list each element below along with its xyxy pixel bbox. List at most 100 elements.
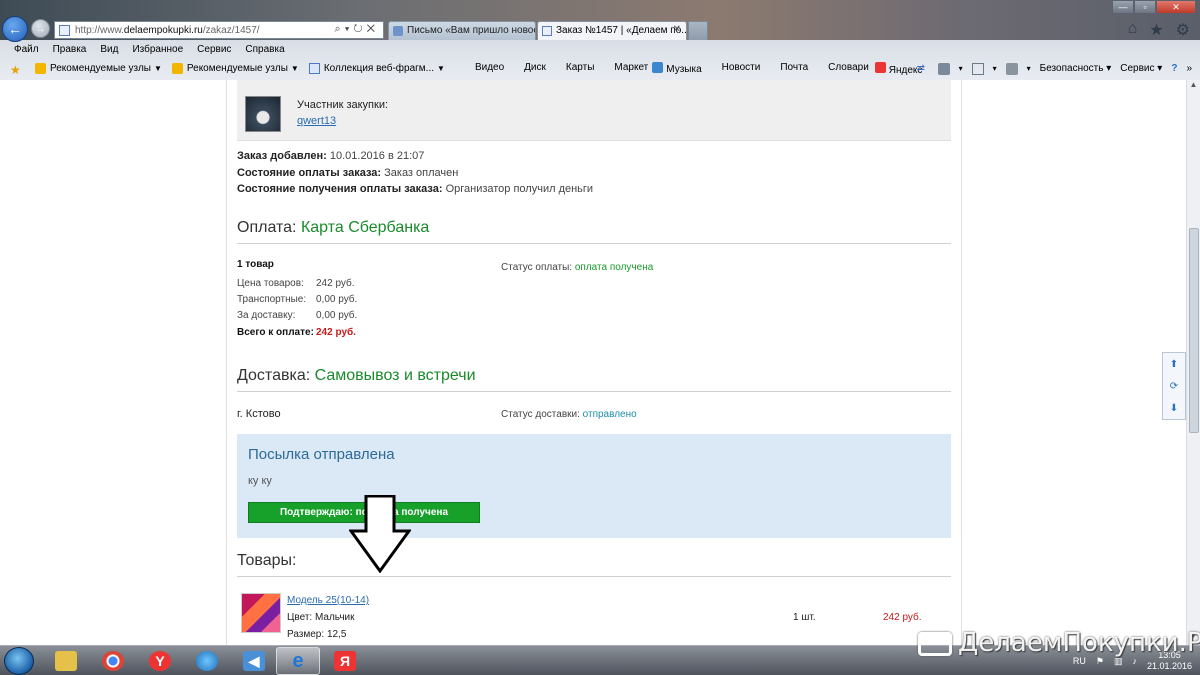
link-yandex[interactable]: Яндекс	[874, 61, 922, 76]
scroll-up-icon[interactable]: ⬆	[1170, 359, 1178, 370]
tab-order[interactable]: Заказ №1457 | «Делаем по... ✕	[537, 21, 687, 40]
url-path: /zakaz/1457/	[202, 24, 260, 36]
product-thumbnail[interactable]	[241, 593, 281, 633]
new-tab-button[interactable]	[688, 21, 708, 40]
chevron-right-icon[interactable]: »	[1186, 63, 1192, 74]
favorite-recommended-1[interactable]: Рекомендуемые узлы ▼	[35, 63, 162, 74]
favorites-star-icon: ★	[10, 63, 21, 77]
vertical-scrollbar[interactable]: ▲ ▼	[1186, 80, 1200, 645]
product-size-label: Размер:	[287, 629, 325, 640]
product-size-row: Размер: 12,5	[287, 629, 346, 640]
chevron-down-icon[interactable]: ▾	[959, 64, 963, 73]
forward-button[interactable]: →	[31, 19, 50, 38]
close-icon[interactable]: ✕	[367, 23, 379, 35]
link-news[interactable]: Новости	[722, 62, 761, 76]
payment-state-value: Заказ оплачен	[384, 167, 459, 179]
print-icon[interactable]	[1005, 62, 1018, 75]
scroll-down-icon[interactable]: ⬇	[1170, 403, 1178, 414]
close-window-button[interactable]: ✕	[1156, 0, 1196, 14]
page-icon	[59, 24, 70, 36]
browser-tools: ⌂ ★ ⚙	[1128, 20, 1190, 40]
site-watermark: ДелаемПокупки.Ру	[918, 628, 1200, 658]
refresh-icon[interactable]: ↻	[353, 23, 366, 35]
payment-section-title: Оплата: Карта Сбербанка	[237, 219, 951, 244]
taskbar-network[interactable]	[185, 647, 229, 675]
delivery-status-row: Статус доставки: отправлено	[501, 409, 637, 420]
tab-mail[interactable]: Письмо «Вам пришло новое ...	[388, 21, 536, 40]
delivery-status-value: отправлено	[582, 409, 637, 420]
favorite-recommended-2[interactable]: Рекомендуемые узлы ▼	[171, 63, 299, 74]
link-disk[interactable]: Диск	[524, 62, 546, 76]
tools-label: Сервис	[1120, 63, 1155, 74]
receive-state-value: Организатор получил деньги	[445, 183, 594, 195]
tools-menu[interactable]: Сервис ▾	[1120, 63, 1162, 74]
favorite-label: Рекомендуемые узлы	[186, 63, 288, 74]
product-link[interactable]: Модель 25(10-14)	[287, 595, 369, 606]
taskbar-sound[interactable]: ◀	[232, 647, 276, 675]
taskbar-chrome[interactable]	[91, 647, 135, 675]
participant-link[interactable]: qwert13	[297, 115, 336, 127]
chevron-down-icon[interactable]: ▾	[993, 64, 997, 73]
start-button[interactable]	[4, 647, 34, 675]
link-mail[interactable]: Почта	[780, 62, 808, 76]
parcel-shipped-box: Посылка отправлена ку ку Подтверждаю: по…	[237, 434, 951, 538]
menu-favorites[interactable]: Избранное	[132, 44, 183, 55]
payment-state-label: Состояние оплаты заказа:	[237, 167, 382, 179]
safety-menu[interactable]: Безопасность ▾	[1040, 63, 1112, 74]
gear-icon[interactable]: ⚙	[1176, 20, 1190, 40]
taskbar-explorer[interactable]	[44, 647, 88, 675]
scrollbar-thumb[interactable]	[1189, 228, 1199, 433]
mail-icon[interactable]	[971, 62, 984, 75]
avatar[interactable]	[245, 96, 281, 132]
menu-tools[interactable]: Сервис	[197, 44, 231, 55]
mail-icon	[393, 26, 403, 36]
back-button[interactable]: ←	[2, 16, 28, 42]
taskbar-yandex[interactable]: Y	[138, 647, 182, 675]
translate-icon[interactable]: ⇄	[917, 63, 929, 75]
minimize-button[interactable]: —	[1112, 0, 1134, 14]
folder-icon	[55, 651, 77, 671]
tab-close-icon[interactable]: ✕	[673, 24, 681, 35]
chevron-down-icon[interactable]: ▾	[1027, 64, 1031, 73]
menu-edit[interactable]: Правка	[53, 44, 87, 55]
chevron-down-icon: ▼	[290, 64, 299, 73]
delivery-title: Доставка:	[237, 367, 311, 384]
arrow-right-icon: →	[35, 22, 46, 35]
favorites-star-button[interactable]: ★	[10, 63, 25, 77]
delivery-section-title: Доставка: Самовывоз и встречи	[237, 367, 951, 392]
chevron-down-icon: ▼	[437, 64, 445, 73]
transport-value: 0,00 руб.	[316, 294, 358, 305]
participant-box: Участник закупки: qwert13	[237, 80, 951, 141]
link-maps[interactable]: Карты	[566, 62, 595, 76]
menu-help[interactable]: Справка	[245, 44, 284, 55]
favorites-star-icon[interactable]: ★	[1149, 20, 1163, 40]
home-icon[interactable]: ⌂	[1128, 20, 1138, 40]
chevron-down-icon: ▼	[153, 64, 162, 73]
safety-label: Безопасность	[1039, 63, 1104, 74]
menu-view[interactable]: Вид	[100, 44, 118, 55]
goods-price-value: 242 руб.	[316, 278, 355, 289]
address-bar[interactable]: http://www.delaempokupki.ru/zakaz/1457/ …	[54, 21, 384, 39]
product-color-label: Цвет:	[287, 612, 313, 623]
link-music[interactable]: Музыка	[652, 61, 702, 76]
link-dictionaries[interactable]: Словари	[828, 62, 869, 76]
yandex-icon	[874, 61, 886, 73]
goods-price-label: Цена товаров:	[237, 278, 304, 289]
maximize-button[interactable]: ▫	[1134, 0, 1156, 14]
favorite-web-slices[interactable]: Коллекция веб-фрагм... ▼	[308, 63, 445, 74]
favorite-label: Рекомендуемые узлы	[50, 63, 151, 74]
refresh-icon[interactable]: ⟳	[1170, 381, 1178, 392]
window-controls: — ▫ ✕	[1112, 0, 1196, 14]
search-icon[interactable]: ⌕	[335, 23, 345, 35]
scroll-up-arrow-icon[interactable]: ▲	[1187, 80, 1200, 94]
link-video[interactable]: Видео	[475, 62, 504, 76]
link-market[interactable]: Маркет	[614, 62, 648, 76]
menu-file[interactable]: Файл	[14, 44, 39, 55]
delivery-cost-label: За доставку:	[237, 310, 296, 321]
arrow-down-icon	[349, 495, 411, 573]
taskbar-yandex-search[interactable]: Я	[323, 647, 367, 675]
taskbar-ie[interactable]: e	[276, 647, 320, 675]
help-icon[interactable]: ?	[1171, 63, 1177, 74]
rss-icon[interactable]	[937, 62, 950, 75]
logo-icon	[918, 631, 952, 656]
